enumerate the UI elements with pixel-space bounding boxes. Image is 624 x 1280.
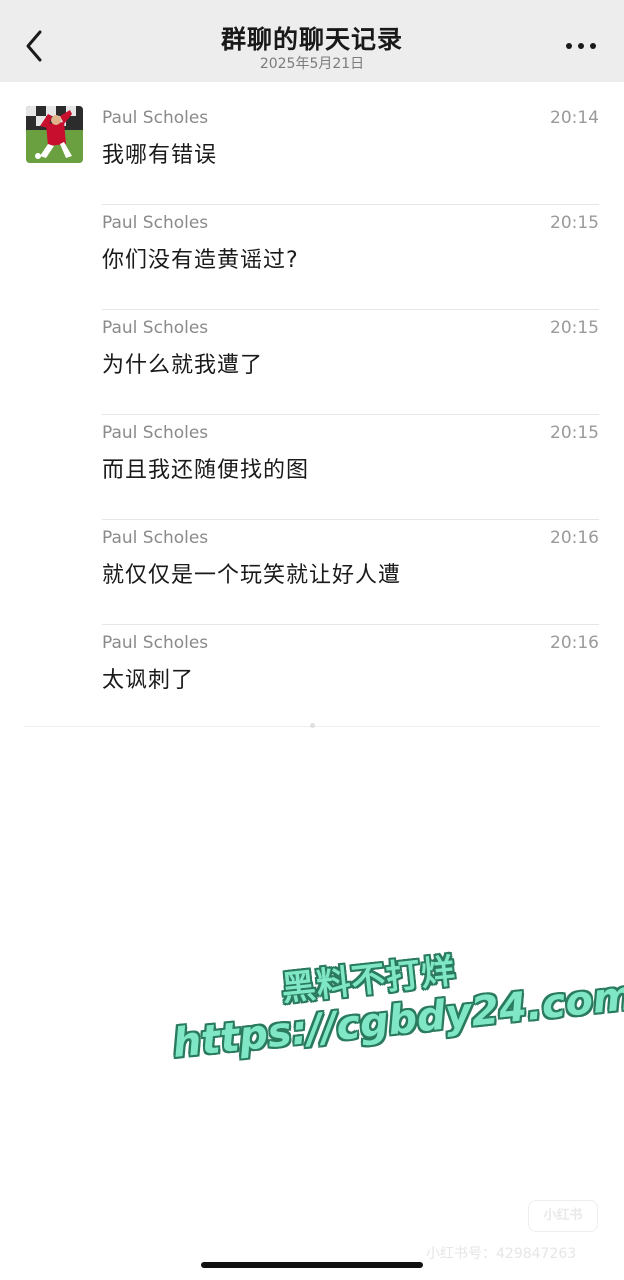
message-time: 20:15 [550, 213, 599, 233]
page-date: 2025年5月21日 [259, 56, 365, 72]
message-sender: Paul Scholes [102, 528, 209, 548]
watermark: 黑料不打烊 https://cgbdy24.com [160, 915, 624, 1099]
xiaohongshu-logo: 小红书 [528, 1200, 598, 1232]
xiaohongshu-id: 小红书号：429847263 [426, 1246, 577, 1262]
message-sender: Paul Scholes [102, 633, 209, 653]
chat-history-screen: 群聊的聊天记录 2025年5月21日 Paul Scholes 20:14 我哪… [0, 0, 624, 1280]
message-text: 就仅仅是一个玩笑就让好人遭 [102, 563, 402, 588]
avatar[interactable] [26, 106, 83, 163]
message-item[interactable]: Paul Scholes 20:14 我哪有错误 [102, 100, 599, 205]
more-horizontal-icon [578, 43, 584, 49]
message-text: 我哪有错误 [102, 143, 218, 168]
message-sender: Paul Scholes [102, 318, 209, 338]
message-sender: Paul Scholes [102, 423, 209, 443]
more-horizontal-icon [566, 43, 572, 49]
message-item[interactable]: Paul Scholes 20:16 太讽刺了 [102, 625, 599, 730]
message-sender: Paul Scholes [102, 213, 209, 233]
message-text: 你们没有造黄谣过? [102, 248, 299, 273]
message-item[interactable]: Paul Scholes 20:16 就仅仅是一个玩笑就让好人遭 [102, 520, 599, 625]
message-time: 20:15 [550, 318, 599, 338]
message-text: 而且我还随便找的图 [102, 458, 310, 483]
message-text: 太讽刺了 [102, 668, 195, 693]
message-item[interactable]: Paul Scholes 20:15 而且我还随便找的图 [102, 415, 599, 520]
message-time: 20:16 [550, 528, 599, 548]
list-end-dot [310, 723, 315, 728]
message-item[interactable]: Paul Scholes 20:15 你们没有造黄谣过? [102, 205, 599, 310]
message-time: 20:14 [550, 108, 599, 128]
nav-header: 群聊的聊天记录 2025年5月21日 [0, 0, 624, 82]
home-indicator[interactable] [201, 1262, 423, 1268]
message-time: 20:15 [550, 423, 599, 443]
message-text: 为什么就我遭了 [102, 353, 264, 378]
message-time: 20:16 [550, 633, 599, 653]
more-horizontal-icon [590, 43, 596, 49]
message-sender: Paul Scholes [102, 108, 209, 128]
page-title: 群聊的聊天记录 [220, 25, 403, 54]
more-button[interactable] [566, 36, 598, 56]
message-item[interactable]: Paul Scholes 20:15 为什么就我遭了 [102, 310, 599, 415]
